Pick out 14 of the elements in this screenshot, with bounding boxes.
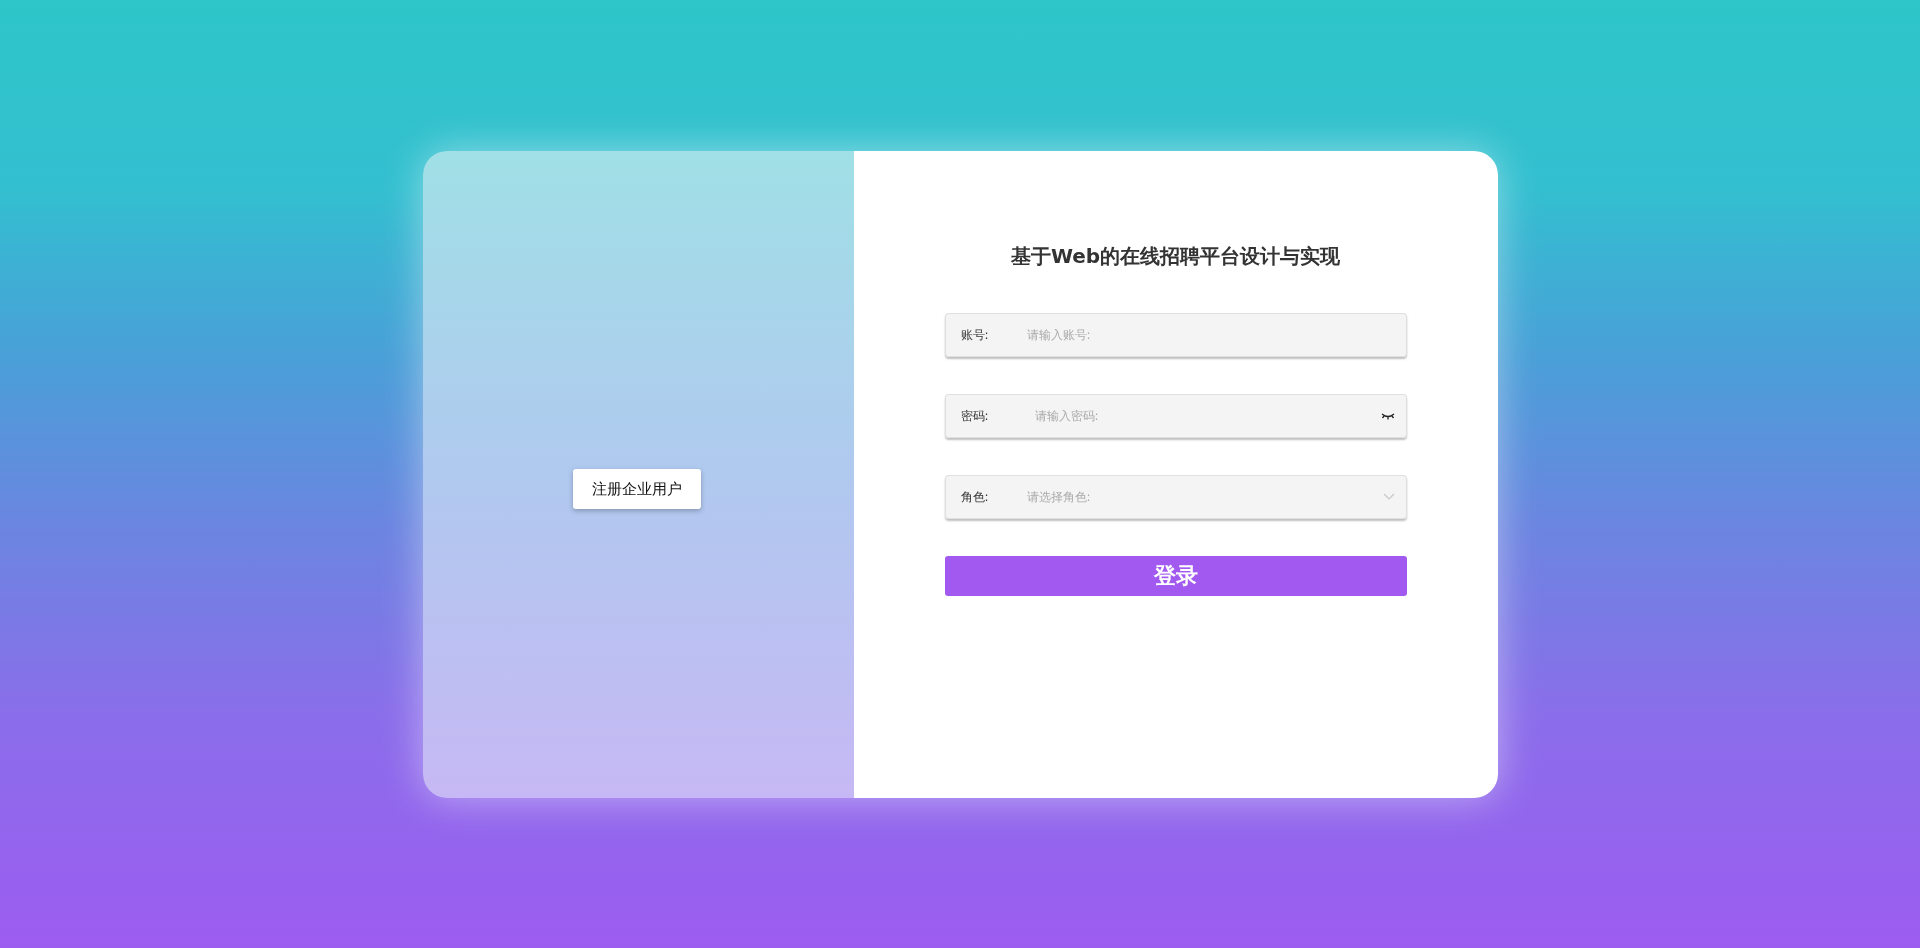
chevron-down-icon: [1382, 493, 1395, 500]
eye-closed-icon[interactable]: [1380, 411, 1395, 420]
password-field[interactable]: 密码: 请输入密码:: [944, 393, 1407, 438]
input-field[interactable]: 请输入账号:: [1024, 319, 1399, 350]
account-field[interactable]: 账号: 请输入账号:: [944, 312, 1407, 357]
input-field[interactable]: 请选择角色:: [1024, 481, 1383, 512]
field-label: 密码:: [960, 407, 990, 425]
login-button[interactable]: 登录: [944, 555, 1407, 596]
field-label: 账号:: [960, 326, 990, 344]
field-label: 角色:: [960, 488, 990, 506]
form-title: 基于Web的在线招聘平台设计与实现: [1009, 242, 1342, 270]
input-field[interactable]: 请输入密码:: [1024, 400, 1381, 431]
register-button[interactable]: 注册企业用户: [572, 468, 701, 510]
role-select[interactable]: 角色: 请选择角色:: [944, 474, 1407, 519]
